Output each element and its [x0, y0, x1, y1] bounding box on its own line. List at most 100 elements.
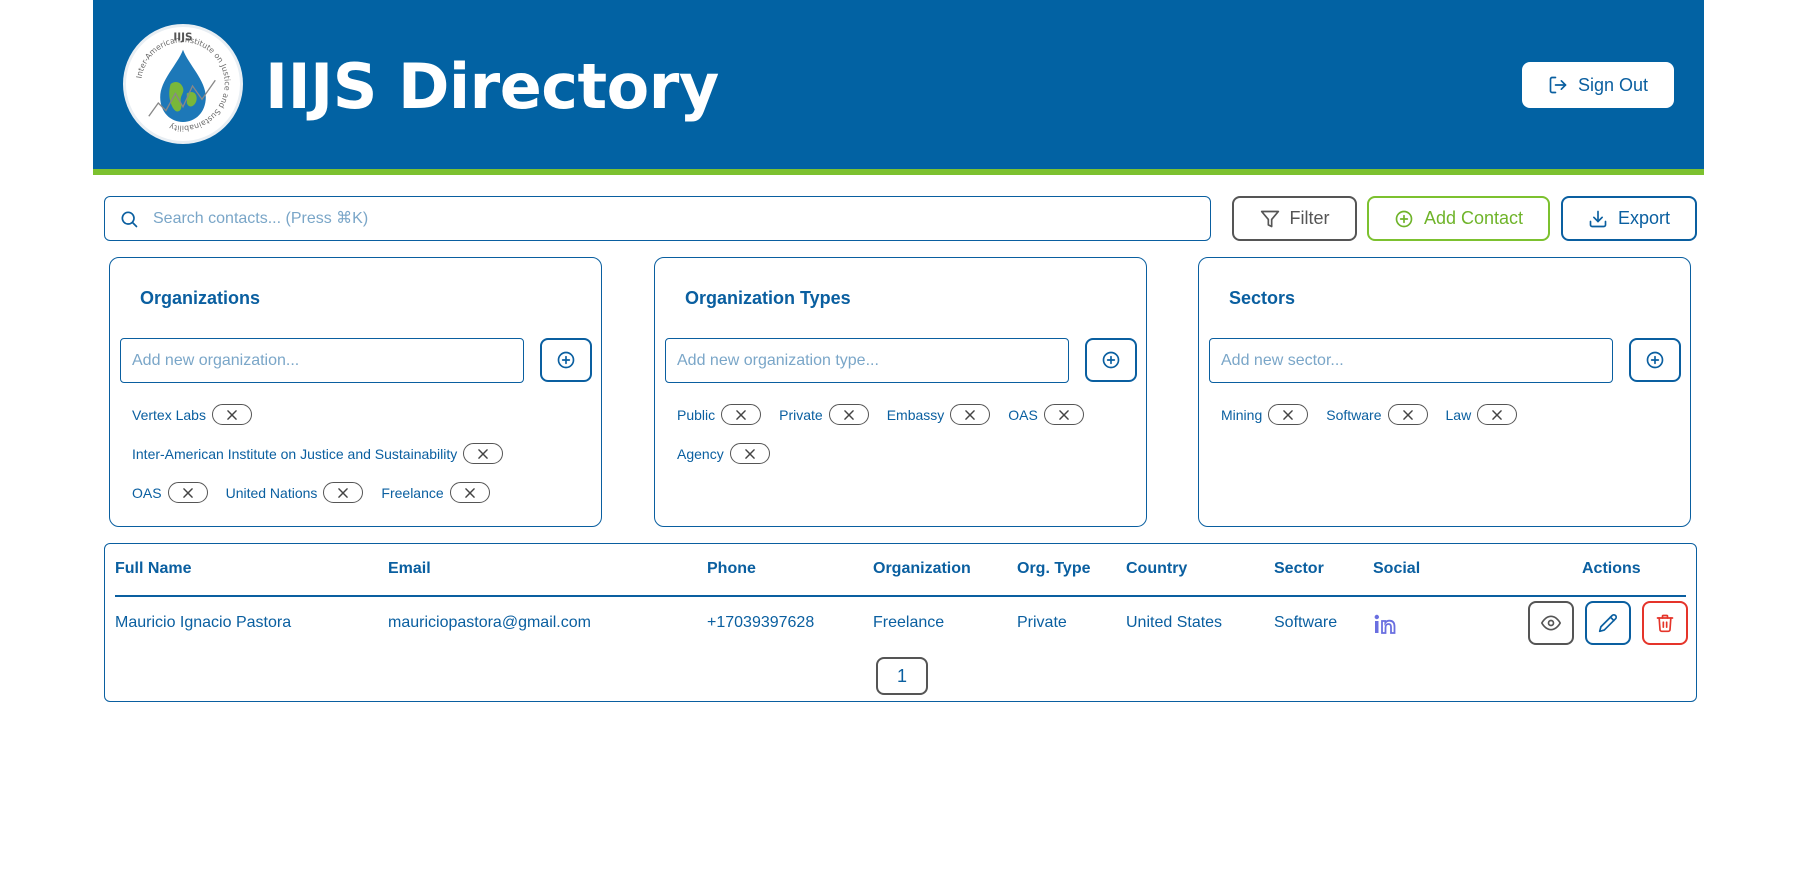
remove-tag-button[interactable]: [1268, 404, 1309, 425]
close-icon: [182, 487, 193, 498]
eye-icon: [1541, 615, 1561, 631]
column-header-full-name: Full Name: [115, 560, 192, 577]
tag-item: OAS: [132, 482, 208, 503]
tag-item: Inter-American Institute on Justice and …: [132, 443, 504, 464]
tag-item: Mining: [1221, 404, 1309, 425]
export-label: Export: [1617, 208, 1671, 228]
tag-label: Inter-American Institute on Justice and …: [132, 445, 458, 462]
sign-out-button[interactable]: Sign Out: [1522, 62, 1674, 108]
filter-icon: [1260, 210, 1279, 227]
plus-circle-icon: [1646, 351, 1664, 369]
column-header-country: Country: [1126, 560, 1188, 577]
remove-tag-button[interactable]: [729, 443, 770, 464]
cell-organization: Freelance: [873, 614, 945, 631]
tag-item: Private: [779, 404, 869, 425]
add-organization-button[interactable]: [540, 338, 592, 382]
tag-item: Embassy: [887, 404, 991, 425]
cell-phone: +17039397628: [707, 614, 815, 631]
close-icon: [1492, 409, 1502, 420]
organization-tags: Vertex Labs Inter-American Institute on …: [132, 404, 592, 503]
pencil-icon: [1598, 614, 1617, 633]
delete-contact-button[interactable]: [1642, 601, 1688, 645]
sign-out-label: Sign Out: [1577, 74, 1649, 95]
tag-item: Public: [677, 404, 762, 425]
new-organization-type-input[interactable]: [665, 338, 1069, 383]
cell-email: mauriciopastora@gmail.com: [388, 614, 591, 631]
close-icon: [478, 448, 489, 459]
remove-tag-button[interactable]: [167, 482, 208, 503]
new-organization-input[interactable]: [120, 338, 524, 383]
remove-tag-button[interactable]: [950, 404, 991, 425]
remove-tag-button[interactable]: [211, 404, 252, 425]
search-icon: [121, 211, 138, 227]
sectors-panel: Sectors Mining Software Law: [1198, 257, 1691, 527]
search-input[interactable]: [153, 209, 1210, 228]
close-icon: [1402, 409, 1413, 420]
tag-item: OAS: [1008, 404, 1084, 425]
add-organization-type-button[interactable]: [1085, 338, 1137, 382]
tag-item: Law: [1446, 404, 1518, 425]
close-icon: [1059, 409, 1069, 420]
close-icon: [227, 409, 237, 420]
close-icon: [965, 409, 976, 420]
tag-item: Freelance: [381, 482, 490, 503]
column-header-organization: Organization: [873, 560, 971, 577]
remove-tag-button[interactable]: [1387, 404, 1428, 425]
organization-types-panel: Organization Types Public Private Embass…: [654, 257, 1147, 527]
tag-item: Software: [1326, 404, 1428, 425]
plus-circle-icon: [1395, 210, 1413, 227]
tag-label: OAS: [1008, 406, 1038, 423]
cell-org-type: Private: [1017, 614, 1067, 631]
tag-item: United Nations: [226, 482, 364, 503]
export-button[interactable]: Export: [1561, 196, 1697, 241]
column-header-social: Social: [1373, 560, 1421, 577]
tag-label: Software: [1326, 406, 1382, 423]
cell-full-name: Mauricio Ignacio Pastora: [115, 614, 292, 631]
organization-type-tags: Public Private Embassy OAS Agency: [677, 404, 1137, 464]
download-icon: [1589, 210, 1607, 227]
remove-tag-button[interactable]: [1477, 404, 1518, 425]
tag-label: Vertex Labs: [132, 406, 206, 423]
plus-circle-icon: [557, 351, 575, 369]
remove-tag-button[interactable]: [828, 404, 869, 425]
app-title: IIJS Directory: [265, 50, 719, 123]
filter-label: Filter: [1289, 208, 1330, 228]
close-icon: [1283, 409, 1294, 420]
remove-tag-button[interactable]: [449, 482, 490, 503]
pagination-page-1[interactable]: 1: [876, 657, 928, 695]
close-icon: [744, 448, 755, 459]
tag-label: Agency: [677, 445, 724, 462]
cell-sector: Software: [1274, 614, 1338, 631]
tag-label: OAS: [132, 484, 162, 501]
column-header-email: Email: [388, 560, 431, 577]
linkedin-icon[interactable]: [1374, 614, 1396, 634]
iijs-logo: Inter-American Institute on Justice and …: [123, 24, 243, 144]
panel-title: Sectors: [1229, 288, 1296, 308]
close-icon: [736, 409, 746, 420]
edit-contact-button[interactable]: [1585, 601, 1631, 645]
new-sector-input[interactable]: [1209, 338, 1613, 383]
remove-tag-button[interactable]: [721, 404, 762, 425]
remove-tag-button[interactable]: [323, 482, 364, 503]
log-out-icon: [1549, 76, 1567, 94]
column-header-actions: Actions: [1582, 560, 1641, 577]
tag-label: Public: [677, 406, 716, 423]
tag-label: United Nations: [225, 484, 318, 501]
tag-item: Agency: [677, 443, 770, 464]
add-contact-button[interactable]: Add Contact: [1367, 196, 1550, 241]
plus-circle-icon: [1102, 351, 1120, 369]
panel-title: Organizations: [140, 288, 261, 308]
remove-tag-button[interactable]: [463, 443, 504, 464]
column-header-sector: Sector: [1274, 560, 1324, 577]
trash-icon: [1656, 614, 1674, 633]
tag-item: Vertex Labs: [132, 404, 252, 425]
filter-button[interactable]: Filter: [1232, 196, 1357, 241]
close-icon: [338, 487, 349, 498]
tag-label: Private: [779, 406, 823, 423]
close-icon: [464, 487, 475, 498]
view-contact-button[interactable]: [1528, 601, 1574, 645]
close-icon: [843, 409, 854, 420]
add-sector-button[interactable]: [1629, 338, 1681, 382]
tag-label: Mining: [1221, 406, 1263, 423]
remove-tag-button[interactable]: [1043, 404, 1084, 425]
